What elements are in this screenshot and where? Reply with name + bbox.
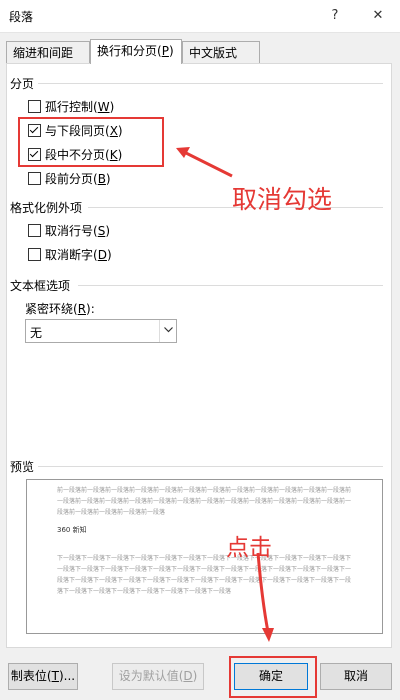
annotation-uncheck: 取消勾选 — [232, 185, 333, 214]
annotation-arrows — [176, 147, 274, 642]
tab-label: 换行和分页( — [97, 44, 162, 58]
tab-hotkey: P — [161, 44, 169, 58]
tab-line-page-breaks[interactable]: 换行和分页(P) — [90, 39, 182, 64]
tab-label-end: ) — [168, 44, 174, 58]
arrow-to-checkboxes — [176, 147, 233, 178]
annotation-click: 点击 — [226, 535, 272, 561]
arrow-to-ok-button — [256, 552, 274, 642]
